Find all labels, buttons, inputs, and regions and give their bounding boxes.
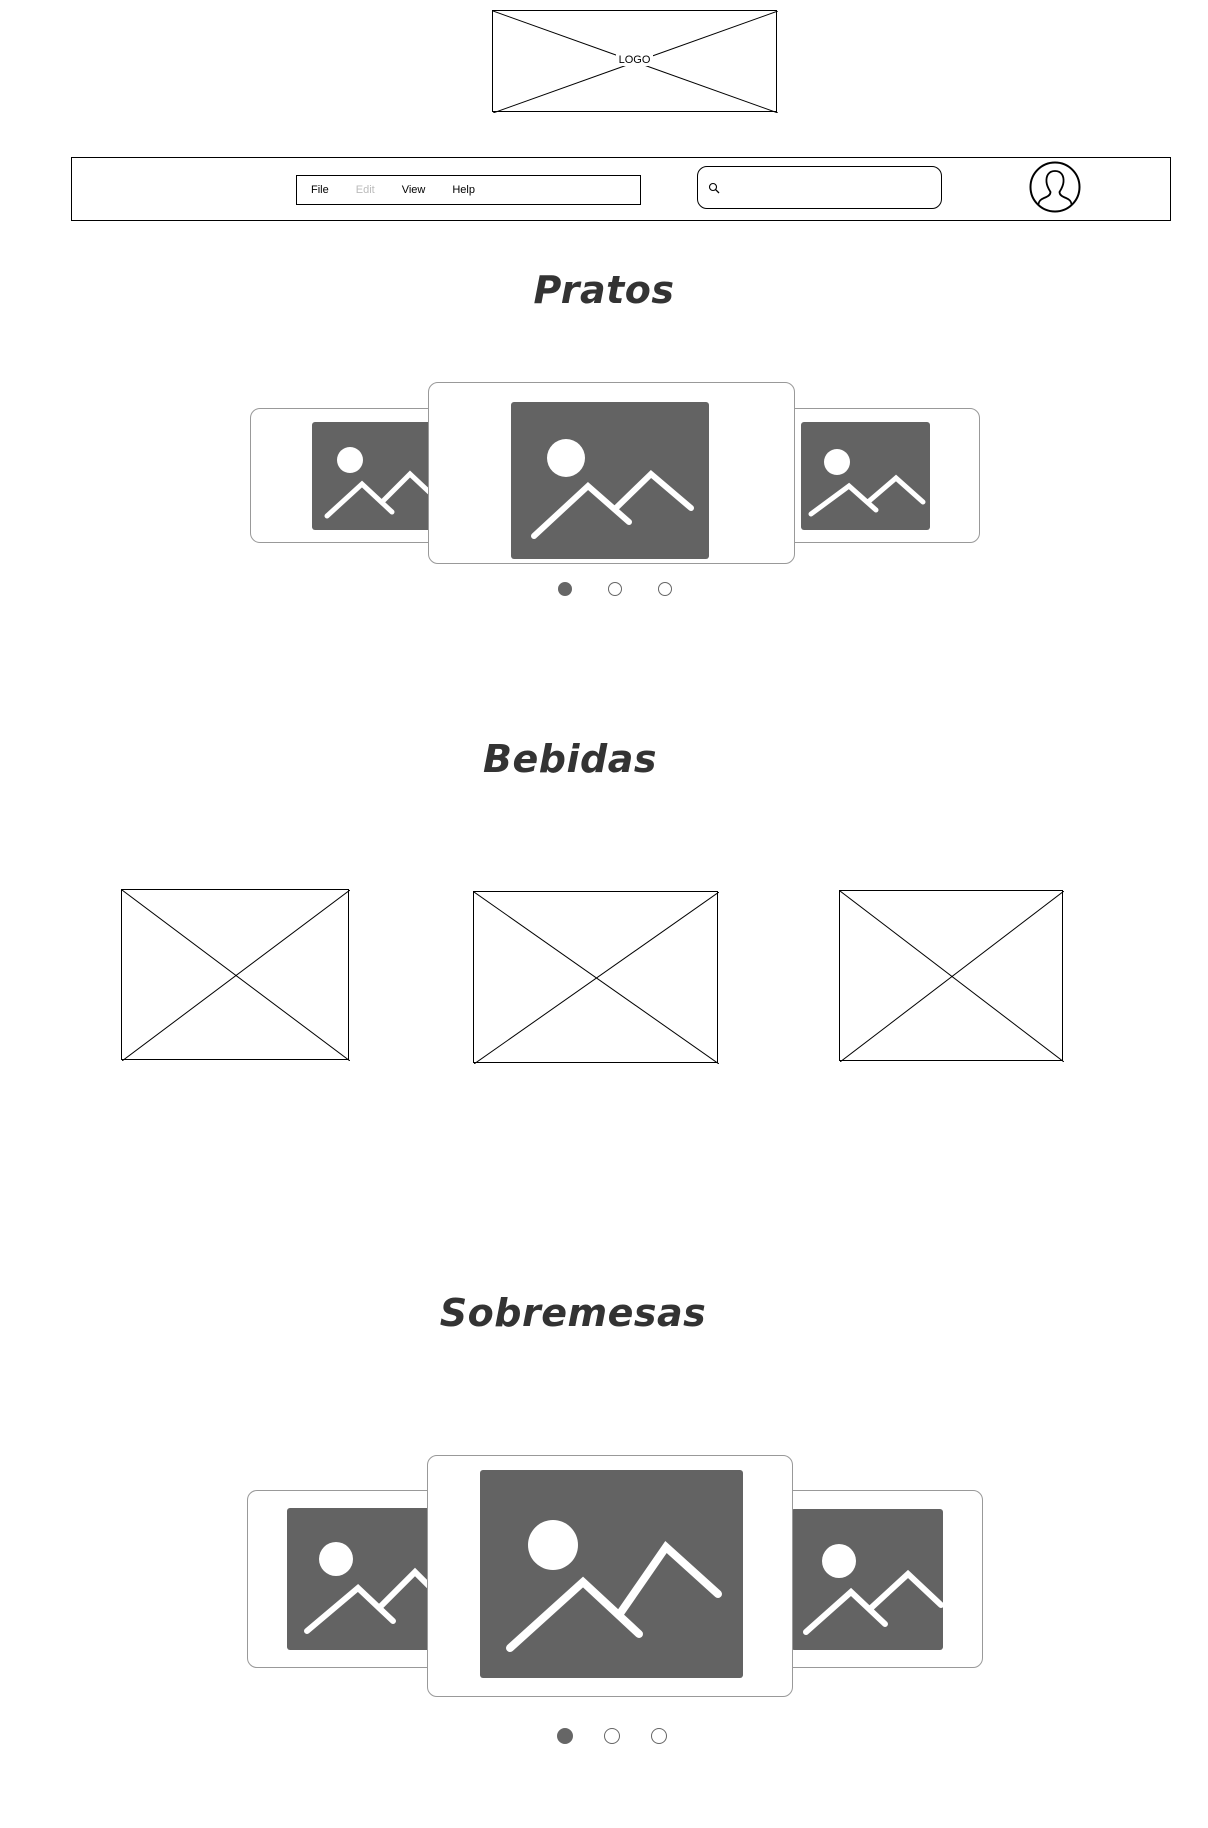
menu-item-file[interactable]: File [311, 184, 329, 196]
search-input[interactable] [726, 179, 941, 196]
menu-item-help[interactable]: Help [452, 184, 475, 196]
user-avatar-icon[interactable] [1029, 161, 1081, 213]
section-title-pratos: Pratos [533, 268, 675, 312]
bebida-image-placeholder-2[interactable] [473, 891, 719, 1064]
image-placeholder-icon [511, 402, 709, 559]
pratos-carousel-dots [558, 582, 678, 596]
menu-item-edit: Edit [355, 184, 375, 196]
carousel-dot-2[interactable] [604, 1728, 620, 1744]
carousel-dot-3[interactable] [658, 582, 672, 596]
menu-bar: File Edit View Help [296, 175, 641, 205]
bebida-image-placeholder-1[interactable] [121, 889, 350, 1061]
image-placeholder-icon [801, 422, 930, 530]
carousel-card-active[interactable] [427, 1455, 793, 1697]
sobremesas-carousel-dots [557, 1728, 677, 1744]
logo-text: LOGO [615, 54, 654, 66]
carousel-dot-1[interactable] [558, 582, 572, 596]
carousel-dot-1[interactable] [557, 1728, 573, 1744]
image-placeholder-icon [480, 1470, 743, 1678]
section-title-bebidas: Bebidas [483, 737, 657, 781]
sobremesas-carousel[interactable] [247, 1455, 983, 1697]
logo-placeholder[interactable]: LOGO [492, 10, 778, 113]
pratos-carousel[interactable] [250, 382, 980, 564]
image-placeholder-icon [312, 422, 442, 530]
image-placeholder-icon [791, 1509, 943, 1650]
carousel-card-active[interactable] [428, 382, 795, 564]
search-icon [708, 182, 720, 193]
carousel-dot-3[interactable] [651, 1728, 667, 1744]
image-placeholder-icon [287, 1508, 447, 1650]
menu-item-view[interactable]: View [402, 184, 426, 196]
section-title-sobremesas: Sobremesas [439, 1291, 707, 1335]
bebida-image-placeholder-3[interactable] [839, 890, 1064, 1062]
carousel-dot-2[interactable] [608, 582, 622, 596]
search-box[interactable] [697, 166, 942, 209]
